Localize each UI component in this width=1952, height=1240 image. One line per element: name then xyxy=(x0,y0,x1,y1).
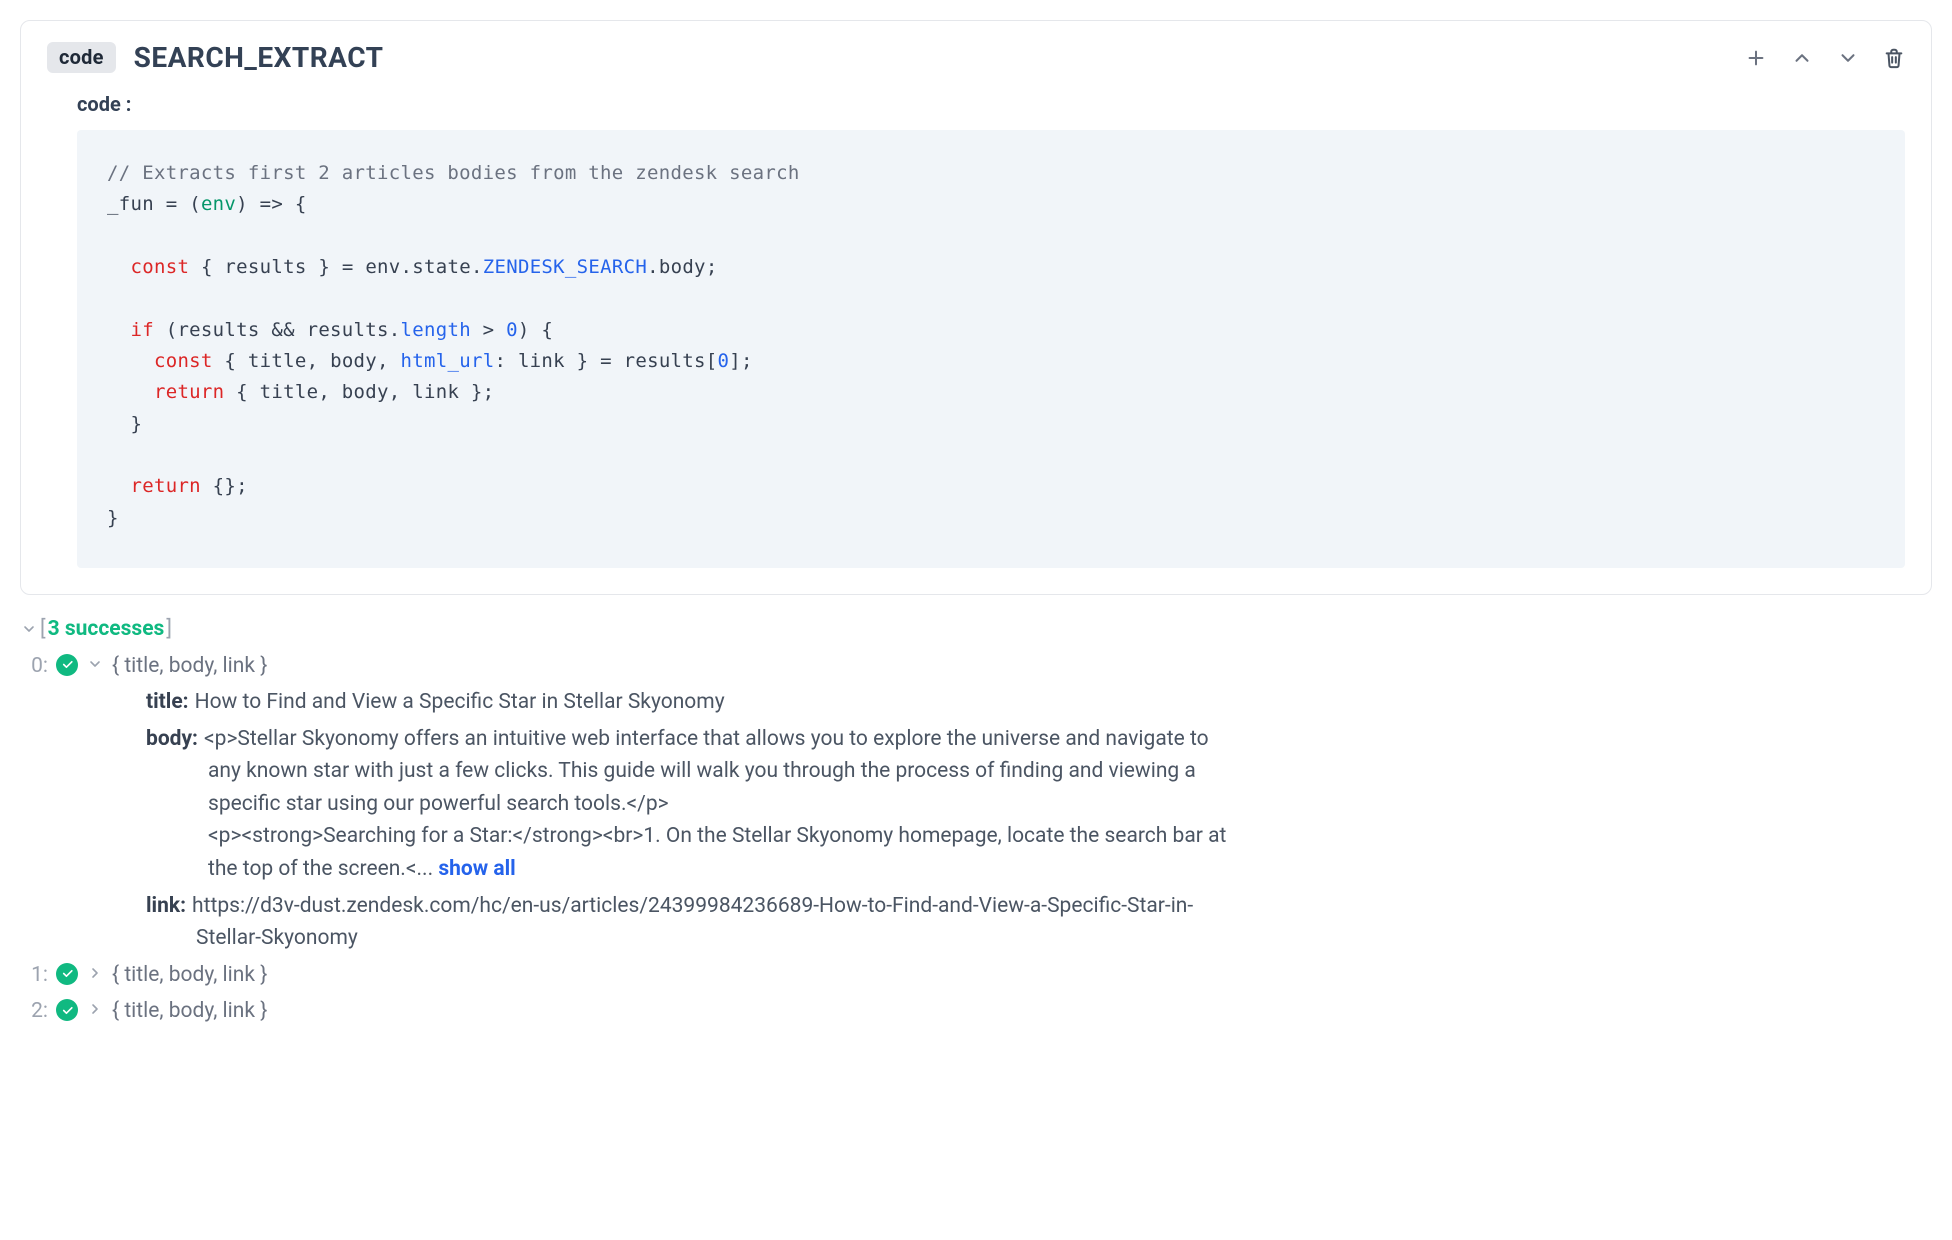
code-field-label: code : xyxy=(77,92,1905,116)
chevron-right-icon[interactable] xyxy=(86,964,104,982)
kv-val-body-line: <p><strong>Searching for a Star:</strong… xyxy=(146,820,1346,853)
chevron-right-icon[interactable] xyxy=(86,1000,104,1018)
chevron-up-icon[interactable] xyxy=(1791,47,1813,69)
kv-val-body-line: specific star using our powerful search … xyxy=(146,788,1346,821)
result-row: 2: { title, body, link } xyxy=(20,995,1932,1028)
show-all-link[interactable]: show all xyxy=(438,857,515,881)
result-index: 2: xyxy=(20,995,48,1028)
kv-val-link-line: Stellar-Skyonomy xyxy=(146,922,1346,955)
result-row: 1: { title, body, link } xyxy=(20,959,1932,992)
result-keys: { title, body, link } xyxy=(112,650,267,683)
check-icon xyxy=(56,963,78,985)
success-count: 3 successes xyxy=(48,613,165,646)
block-type-badge: code xyxy=(47,42,116,73)
block-name[interactable]: SEARCH_EXTRACT xyxy=(134,41,384,74)
card-header-left: code SEARCH_EXTRACT xyxy=(47,41,384,74)
result-body: title: How to Find and View a Specific S… xyxy=(146,686,1346,954)
code-editor[interactable]: // Extracts first 2 articles bodies from… xyxy=(77,130,1905,568)
kv-val-body-line: the top of the screen.<... xyxy=(208,857,438,881)
result-row: 0: { title, body, link } xyxy=(20,650,1932,683)
kv-key-title: title: xyxy=(146,686,189,719)
chevron-down-icon[interactable] xyxy=(86,655,104,673)
result-index: 0: xyxy=(20,650,48,683)
card-header-actions xyxy=(1745,47,1905,69)
chevron-down-icon[interactable] xyxy=(20,620,38,638)
kv-key-body: body: xyxy=(146,723,198,756)
exec-summary[interactable]: [ 3 successes ] xyxy=(20,613,1932,646)
chevron-down-icon[interactable] xyxy=(1837,47,1859,69)
kv-val-body-line: any known star with just a few clicks. T… xyxy=(146,755,1346,788)
kv-key-link: link: xyxy=(146,890,186,923)
card-header: code SEARCH_EXTRACT xyxy=(47,41,1905,74)
kv-val-title: How to Find and View a Specific Star in … xyxy=(195,686,725,719)
kv-val-link-line: https://d3v-dust.zendesk.com/hc/en-us/ar… xyxy=(192,890,1193,923)
check-icon xyxy=(56,654,78,676)
kv-val-body-line: <p>Stellar Skyonomy offers an intuitive … xyxy=(204,723,1209,756)
result-index: 1: xyxy=(20,959,48,992)
plus-icon[interactable] xyxy=(1745,47,1767,69)
trash-icon[interactable] xyxy=(1883,47,1905,69)
bracket-open: [ xyxy=(40,613,46,646)
result-keys: { title, body, link } xyxy=(112,995,267,1028)
bracket-close: ] xyxy=(166,613,172,646)
check-icon xyxy=(56,999,78,1021)
result-keys: { title, body, link } xyxy=(112,959,267,992)
code-comment: // Extracts first 2 articles bodies from… xyxy=(107,162,800,184)
execution-results: [ 3 successes ] 0: { title, body, link }… xyxy=(20,613,1932,1028)
code-token: _fun xyxy=(107,193,154,215)
code-block-card: code SEARCH_EXTRACT code : // Extracts f… xyxy=(20,20,1932,595)
